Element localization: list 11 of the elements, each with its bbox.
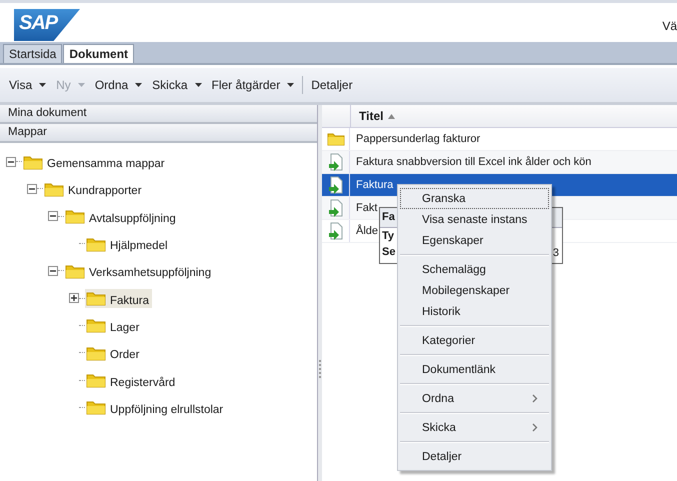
table-cell-text: Ålde [355, 225, 378, 237]
table-cell-text: Fakt [355, 202, 378, 214]
table-cell-text: Pappersunderlag fakturor [355, 133, 480, 145]
sap-logo: SAP [14, 9, 80, 41]
user-text: Vä [662, 19, 677, 33]
table-cell-text: Faktura snabbversion till Excel ink ålder och kön [355, 156, 592, 168]
tooltip-text: 3 [552, 247, 559, 259]
tooltip-label: Se [382, 246, 396, 258]
tooltip-title: Fa [382, 211, 395, 223]
table-cell-text: Faktura [355, 179, 394, 191]
tooltip-label: Ty [382, 230, 394, 242]
